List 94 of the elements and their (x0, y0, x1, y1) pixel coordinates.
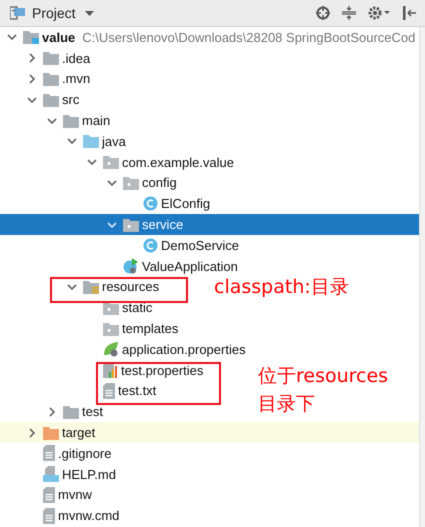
node-label: value (42, 30, 76, 45)
node-label: HELP.md (62, 466, 116, 482)
tree-row[interactable]: application.properties (0, 338, 250, 360)
node-label: test.properties (121, 362, 204, 378)
node-label: mvnw (58, 487, 92, 502)
node-label: mvnw.cmd (58, 508, 120, 524)
node-label: src (62, 92, 80, 108)
tree-row[interactable]: templates (0, 318, 182, 339)
node-label: application.properties (122, 342, 246, 357)
tree-row[interactable]: service (0, 214, 420, 235)
run-class-icon (123, 258, 139, 274)
node-label: main (82, 113, 110, 128)
tree-row[interactable]: resources (0, 276, 164, 298)
text-file-icon (103, 382, 115, 399)
node-label: static (122, 300, 152, 316)
node-label: config (142, 175, 177, 190)
module-folder-icon (23, 30, 39, 44)
class-icon (143, 238, 158, 253)
tree-row[interactable]: value C:\Users\lenovo\Downloads\28208 SpringBootSourceCod (0, 27, 420, 48)
chevron-icon[interactable] (27, 74, 37, 84)
node-label: DemoService (161, 238, 240, 253)
chevron-icon[interactable] (107, 220, 117, 230)
node-label: .gitignore (58, 446, 112, 461)
annotation-text: classpath:目录 (214, 275, 350, 300)
folder-icon (43, 51, 59, 66)
annotation-text: 位于resources目录下 (258, 364, 390, 417)
folder-icon (63, 404, 79, 419)
text-file-icon (43, 445, 55, 462)
package-icon (123, 218, 139, 232)
caret-icon (84, 10, 94, 16)
tree-row[interactable]: target (0, 422, 420, 443)
package-icon (123, 176, 139, 190)
tree-row[interactable]: ValueApplication (0, 256, 242, 277)
chevron-icon[interactable] (87, 157, 97, 168)
node-label: resources (102, 279, 160, 294)
node-label: test.txt (118, 383, 156, 398)
spring-leaf-icon (103, 341, 119, 358)
tree-row[interactable]: test (0, 401, 107, 422)
tree-row[interactable]: .idea (0, 48, 94, 69)
tree-row[interactable]: HELP.md (0, 464, 120, 485)
tree-row[interactable]: main (0, 110, 114, 131)
node-path: C:\Users\lenovo\Downloads\28208 SpringBootSourceCod (82, 30, 416, 45)
chevron-icon[interactable] (27, 428, 37, 438)
chevron-icon[interactable] (107, 178, 117, 188)
folder-icon (63, 114, 79, 128)
chevron-icon[interactable] (47, 116, 57, 126)
node-label: target (62, 425, 96, 440)
package-icon (103, 155, 119, 170)
panel-title: Project (32, 5, 76, 21)
node-label: templates (122, 321, 178, 336)
node-label: .idea (62, 50, 90, 66)
project-icon (10, 6, 26, 20)
chevron-icon[interactable] (47, 406, 57, 417)
markdown-file-icon (43, 466, 59, 482)
locate-button[interactable] (313, 3, 333, 23)
folder-icon (43, 426, 59, 440)
tree-row[interactable]: .mvn (0, 68, 94, 90)
package-icon (103, 322, 119, 336)
collapse-icon (342, 6, 356, 20)
chevron-icon[interactable] (27, 53, 37, 64)
tree-row[interactable]: test.properties (0, 360, 208, 381)
node-label: .mvn (62, 71, 90, 86)
tree-row[interactable]: ElConfig (0, 193, 214, 214)
chevron-icon[interactable] (67, 136, 77, 146)
node-label: com.example.value (122, 154, 234, 170)
folder-icon (43, 72, 59, 86)
node-label: test (82, 404, 103, 420)
tree-row[interactable]: mvnw.cmd (0, 505, 124, 526)
tree-row[interactable]: src (0, 89, 84, 110)
node-label: ValueApplication (142, 258, 238, 274)
tree-row[interactable]: java (0, 130, 130, 152)
tree-row[interactable]: .gitignore (0, 442, 116, 464)
tree-row[interactable]: config (0, 172, 181, 194)
folder-icon (43, 92, 59, 107)
hide-panel-icon (402, 6, 416, 20)
tree-row[interactable]: static (0, 297, 156, 318)
collapse-button[interactable] (339, 3, 359, 23)
tree-row[interactable]: mvnw (0, 484, 96, 506)
chevron-icon[interactable] (7, 32, 17, 42)
chevron-icon[interactable] (27, 94, 37, 105)
tree-row[interactable]: com.example.value (0, 152, 238, 173)
node-label: service (142, 217, 184, 232)
tree-row[interactable]: test.txt (0, 380, 160, 402)
class-icon (143, 196, 158, 212)
node-label: ElConfig (161, 196, 210, 212)
text-file-icon (43, 508, 55, 524)
node-label: java (102, 134, 126, 149)
settings-icon (368, 6, 390, 20)
resources-folder-icon (83, 280, 99, 294)
folder-icon (83, 134, 99, 148)
crosshair-icon (316, 6, 330, 20)
chevron-icon[interactable] (67, 282, 77, 292)
text-file-icon (43, 486, 55, 503)
tree-row[interactable]: DemoService (0, 234, 244, 256)
